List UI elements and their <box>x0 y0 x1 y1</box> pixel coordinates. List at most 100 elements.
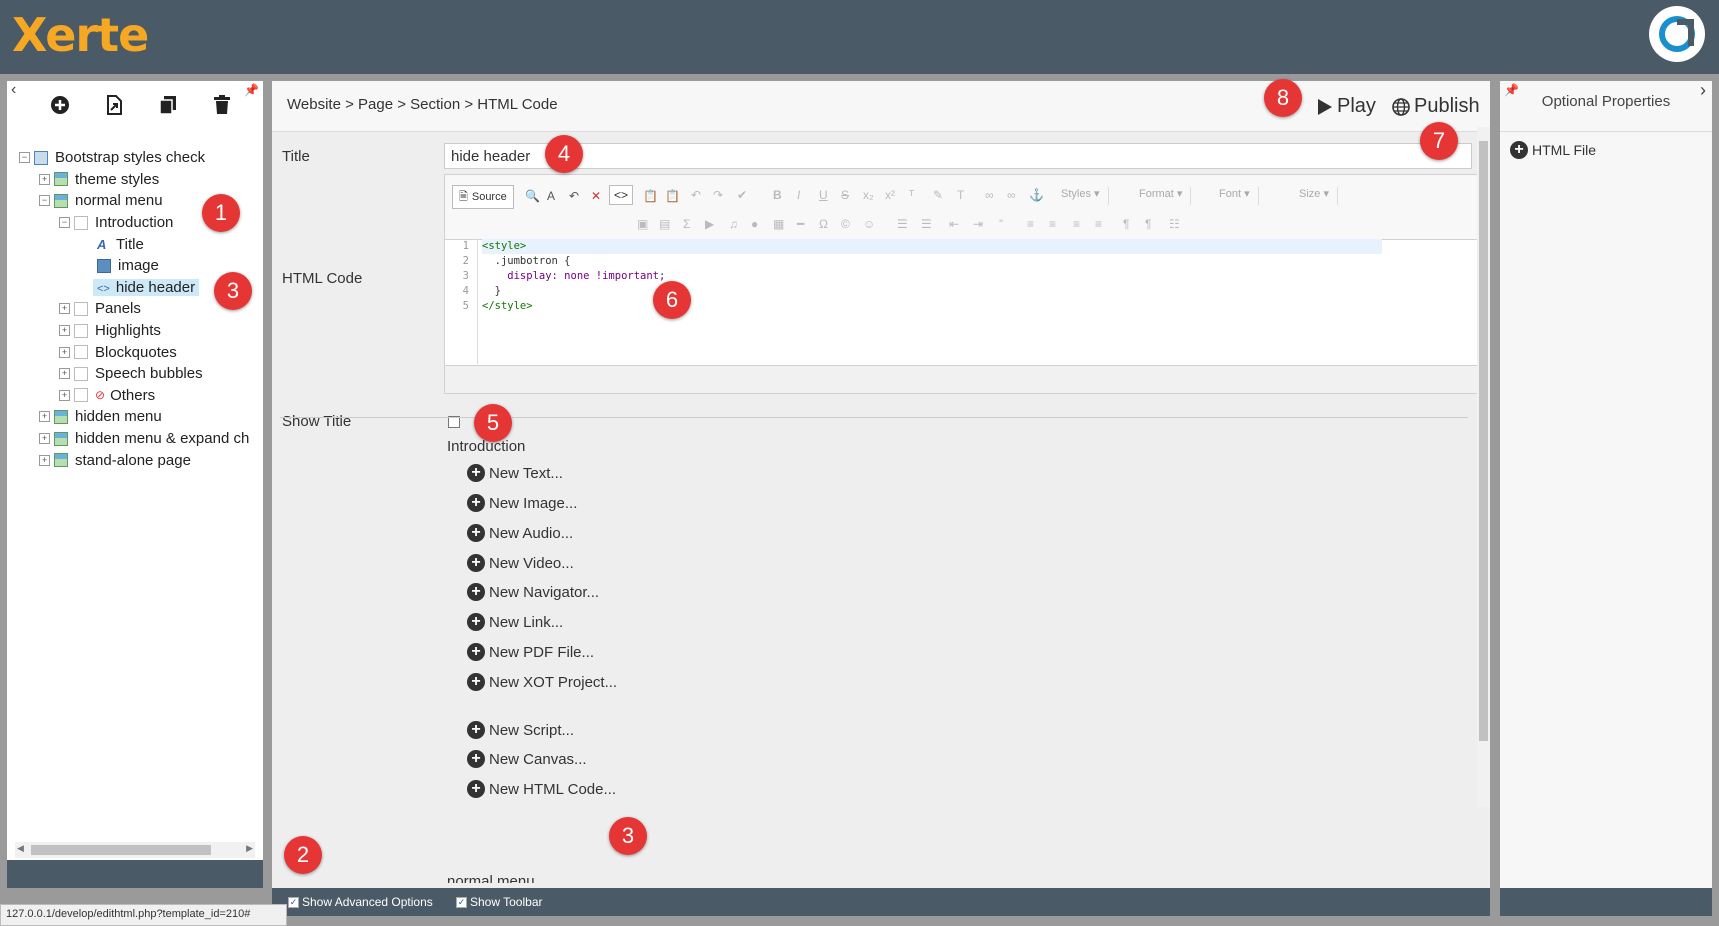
new-text-button[interactable]: + New Text... <box>467 464 563 482</box>
code-area[interactable]: 1 2 3 4 5 <style> .jumbotron { display: … <box>445 239 1482 364</box>
duplicate-button[interactable] <box>155 92 181 118</box>
link-icon[interactable]: ∞ <box>985 188 994 202</box>
select-all-icon[interactable]: A <box>547 189 555 203</box>
new-xot-button[interactable]: + New XOT Project... <box>467 673 617 691</box>
numbered-list-icon[interactable]: ☰ <box>897 217 908 231</box>
new-canvas-button[interactable]: + New Canvas... <box>467 750 587 768</box>
import-button[interactable] <box>101 92 127 118</box>
brush-icon[interactable]: ✎ <box>933 188 943 202</box>
undo-format-icon[interactable]: ↶ <box>569 189 579 203</box>
image-insert-icon[interactable]: ▣ <box>637 217 648 231</box>
code-icon: <> <box>97 282 110 295</box>
align-left-icon[interactable]: ≡ <box>1027 217 1034 231</box>
new-video-button[interactable]: + New Video... <box>467 554 574 572</box>
scroll-left-icon[interactable]: ◀ <box>17 843 24 854</box>
pin-icon[interactable]: 📌 <box>244 83 259 97</box>
paste-text-icon[interactable]: 📋 <box>665 189 680 203</box>
align-center-icon[interactable]: ≡ <box>1049 217 1056 231</box>
omega-icon[interactable]: Ω <box>819 217 828 231</box>
rtl-icon[interactable]: ¶ <box>1145 217 1151 231</box>
tree-item[interactable]: + stand-alone page <box>19 449 249 471</box>
underline-icon[interactable]: U <box>819 188 828 202</box>
title-input[interactable]: hide header <box>444 143 1472 169</box>
size-dropdown[interactable]: Size ▾ <box>1299 187 1338 205</box>
new-audio-button[interactable]: + New Audio... <box>467 524 573 542</box>
indent-icon[interactable]: ⇥ <box>973 217 983 231</box>
tree-item[interactable]: A Title <box>19 233 249 255</box>
collapse-left-icon[interactable]: ‹ <box>11 81 16 99</box>
code-text[interactable]: <style> .jumbotron { display: none !impo… <box>482 239 1382 314</box>
tree-item[interactable]: + Panels <box>19 298 249 320</box>
blockquote-icon[interactable]: ” <box>999 217 1003 231</box>
code-snippet-icon[interactable]: <> <box>609 185 634 205</box>
audio-icon[interactable]: ♫ <box>729 217 738 231</box>
video-icon[interactable]: ▶ <box>705 217 714 231</box>
find-icon[interactable]: 🔍 <box>525 189 540 203</box>
flash-icon[interactable]: ● <box>751 217 758 231</box>
tree-item[interactable]: image <box>19 255 249 277</box>
copyright-icon[interactable]: © <box>841 217 850 231</box>
subscript-icon[interactable]: x₂ <box>863 188 874 202</box>
tree-item[interactable]: + Highlights <box>19 320 249 342</box>
publish-button[interactable]: Publish <box>1392 95 1480 118</box>
plus-icon: + <box>467 494 485 512</box>
media-icon[interactable]: ▤ <box>659 217 670 231</box>
unlink-icon[interactable]: ∞ <box>1007 188 1016 202</box>
hr-icon[interactable]: ━ <box>797 217 804 231</box>
show-toolbar-toggle[interactable]: ✓ Show Toolbar <box>456 895 543 909</box>
sigma-icon[interactable]: Σ <box>683 217 690 231</box>
scroll-thumb[interactable] <box>31 845 211 855</box>
delete-button[interactable] <box>209 92 235 118</box>
show-advanced-toggle[interactable]: ✓ Show Advanced Options <box>288 895 433 909</box>
bullet-list-icon[interactable]: ☰ <box>921 217 932 231</box>
new-pdf-button[interactable]: + New PDF File... <box>467 643 594 661</box>
strike-icon[interactable]: S <box>841 188 849 202</box>
styles-dropdown[interactable]: Styles ▾ <box>1061 187 1109 205</box>
justify-icon[interactable]: ≡ <box>1095 217 1102 231</box>
clear-icon[interactable]: T <box>957 188 964 202</box>
tree-item[interactable]: + Speech bubbles <box>19 363 249 385</box>
source-button[interactable]: 🗎 Source <box>452 185 514 209</box>
tree-item[interactable]: + hidden menu <box>19 406 249 428</box>
tree-item[interactable]: − Bootstrap styles check <box>19 147 249 169</box>
ltr-icon[interactable]: ¶ <box>1123 217 1129 231</box>
tree-item[interactable]: + theme styles <box>19 169 249 191</box>
scroll-thumb[interactable] <box>1479 141 1488 741</box>
play-button[interactable]: Play <box>1317 95 1376 118</box>
pin-icon[interactable]: 📌 <box>1504 81 1519 99</box>
scroll-right-icon[interactable]: ▶ <box>246 843 253 854</box>
clear-format-icon[interactable]: ᵀ <box>909 188 914 202</box>
play-icon <box>1318 98 1332 115</box>
table-icon[interactable]: ▦ <box>773 217 784 231</box>
html-code-editor[interactable]: 🗎 Source 🔍 A ↶ ✕ <> 📋 📋 ↶ ↷ ✔ B I U S x₂ … <box>444 174 1483 394</box>
new-html-code-button[interactable]: + New HTML Code... <box>467 780 616 798</box>
language-icon[interactable]: ☷ <box>1169 217 1180 231</box>
align-right-icon[interactable]: ≡ <box>1073 217 1080 231</box>
tree-item[interactable]: + hidden menu & expand ch <box>19 428 249 450</box>
horizontal-scrollbar[interactable]: ◀ ▶ <box>15 842 255 858</box>
paste-icon[interactable]: 📋 <box>643 189 658 203</box>
bold-icon[interactable]: B <box>773 188 782 202</box>
italic-icon[interactable]: I <box>797 188 800 202</box>
spellcheck-icon[interactable]: ✔ <box>737 188 747 202</box>
vertical-scrollbar[interactable] <box>1477 127 1490 807</box>
tree-item[interactable]: + Blockquotes <box>19 341 249 363</box>
superscript-icon[interactable]: x² <box>885 188 895 202</box>
font-dropdown[interactable]: Font ▾ <box>1219 187 1259 205</box>
anchor-icon[interactable]: ⚓ <box>1029 188 1044 202</box>
undo-icon[interactable]: ↶ <box>691 188 701 202</box>
collapse-right-icon[interactable]: › <box>1700 81 1706 99</box>
remove-format-icon[interactable]: ✕ <box>591 189 601 203</box>
emoji-icon[interactable]: ☺ <box>863 217 875 231</box>
add-html-file-button[interactable]: + HTML File <box>1510 141 1596 159</box>
redo-icon[interactable]: ↷ <box>713 188 723 202</box>
add-page-button[interactable] <box>47 92 73 118</box>
new-script-button[interactable]: + New Script... <box>467 721 574 739</box>
outdent-icon[interactable]: ⇤ <box>949 217 959 231</box>
format-dropdown[interactable]: Format ▾ <box>1139 187 1192 205</box>
tree-item[interactable]: + ⊘ Others <box>19 385 249 407</box>
line-gutter: 1 2 3 4 5 <box>445 239 478 364</box>
new-navigator-button[interactable]: + New Navigator... <box>467 583 599 601</box>
new-image-button[interactable]: + New Image... <box>467 494 577 512</box>
new-link-button[interactable]: + New Link... <box>467 613 563 631</box>
